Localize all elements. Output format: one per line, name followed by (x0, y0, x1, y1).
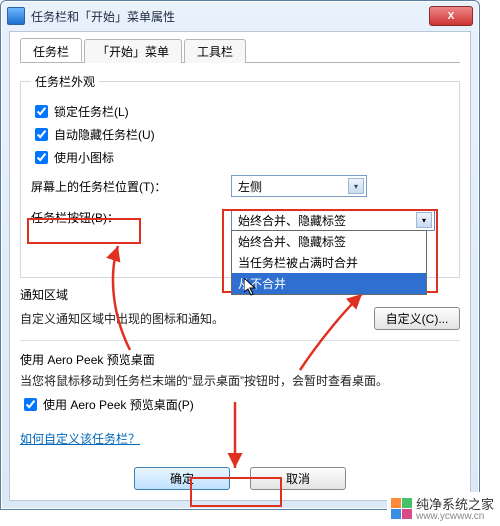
window-title: 任务栏和「开始」菜单属性 (31, 8, 429, 25)
footer-brand: 纯净系统之家 www.ycwww.cn (387, 492, 498, 524)
customize-button[interactable]: 自定义(C)... (374, 307, 460, 330)
titlebar[interactable]: 任务栏和「开始」菜单属性 X (1, 1, 479, 31)
taskbar-appearance-group: 任务栏外观 锁定任务栏(L) 自动隐藏任务栏(U) 使用小图标 屏幕上的任务栏位… (20, 73, 460, 278)
dropdown-option[interactable]: 始终合并、隐藏标签 (232, 231, 426, 252)
taskbar-position-label: 屏幕上的任务栏位置(T)： (31, 178, 181, 195)
lock-taskbar-checkbox[interactable] (35, 105, 48, 118)
small-icons-checkbox[interactable] (35, 151, 48, 164)
aero-desc: 当您将鼠标移动到任务栏末端的“显示桌面”按钮时，会暂时查看桌面。 (20, 372, 460, 389)
dropdown-option[interactable]: 当任务栏被占满时合并 (232, 252, 426, 273)
aero-title: 使用 Aero Peek 预览桌面 (20, 351, 460, 368)
brand-url: www.ycwww.cn (416, 511, 494, 522)
help-link[interactable]: 如何自定义该任务栏？ (20, 432, 140, 446)
ok-button[interactable]: 确定 (134, 467, 230, 490)
tab-toolbars[interactable]: 工具栏 (184, 39, 246, 63)
client-area: 任务栏 「开始」菜单 工具栏 任务栏外观 锁定任务栏(L) 自动隐藏任务栏(U)… (9, 31, 471, 501)
aero-peek-label: 使用 Aero Peek 预览桌面(P) (43, 396, 194, 413)
separator (20, 340, 460, 341)
properties-window: 任务栏和「开始」菜单属性 X 任务栏 「开始」菜单 工具栏 任务栏外观 锁定任务… (0, 0, 480, 510)
cancel-button[interactable]: 取消 (250, 467, 346, 490)
taskbar-position-value: 左侧 (238, 178, 262, 195)
lock-taskbar-label: 锁定任务栏(L) (54, 103, 129, 120)
autohide-label: 自动隐藏任务栏(U) (54, 126, 155, 143)
chevron-down-icon: ▾ (416, 212, 432, 228)
chevron-down-icon: ▾ (348, 178, 364, 194)
dropdown-option-selected[interactable]: 从不合并 (232, 273, 426, 294)
window-icon (7, 7, 25, 25)
taskbar-buttons-value: 始终合并、隐藏标签 (238, 212, 346, 229)
taskbar-buttons-select[interactable]: 始终合并、隐藏标签 ▾ 始终合并、隐藏标签 当任务栏被占满时合并 从不合并 (231, 209, 435, 231)
small-icons-label: 使用小图标 (54, 149, 114, 166)
tab-taskbar[interactable]: 任务栏 (20, 38, 82, 62)
taskbar-position-select[interactable]: 左侧 ▾ (231, 175, 367, 197)
aero-peek-checkbox[interactable] (24, 398, 37, 411)
tab-strip: 任务栏 「开始」菜单 工具栏 (20, 38, 460, 63)
notify-desc: 自定义通知区域中出现的图标和通知。 (20, 310, 374, 327)
taskbar-buttons-dropdown-list: 始终合并、隐藏标签 当任务栏被占满时合并 从不合并 (231, 230, 427, 295)
close-button[interactable]: X (429, 6, 473, 26)
appearance-legend: 任务栏外观 (31, 73, 99, 90)
tab-start-menu[interactable]: 「开始」菜单 (84, 39, 182, 63)
brand-name: 纯净系统之家 (416, 497, 494, 512)
taskbar-buttons-label: 任务栏按钮(B)： (31, 209, 181, 226)
autohide-checkbox[interactable] (35, 128, 48, 141)
brand-icon (391, 498, 412, 519)
